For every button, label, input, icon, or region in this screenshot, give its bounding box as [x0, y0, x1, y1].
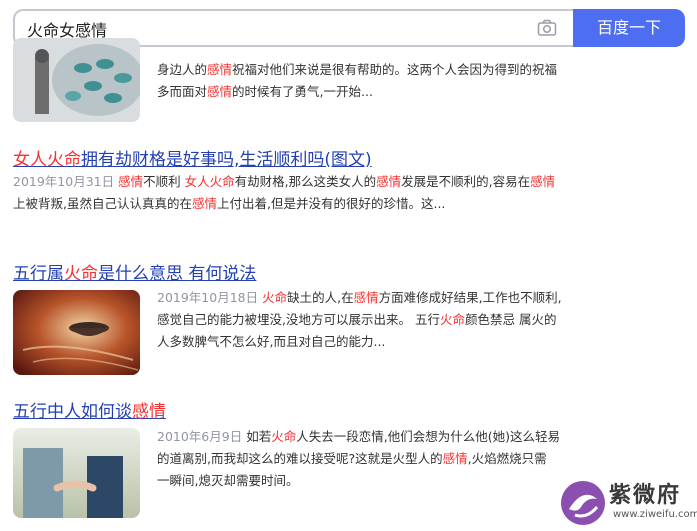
result-thumbnail-3[interactable] [13, 428, 140, 518]
highlight-term: 感情 [132, 402, 166, 422]
text-segment: ,火焰燃烧只需 [467, 451, 547, 466]
text-segment: 如若 [242, 429, 272, 444]
result-abstract-0: 身边人的感情祝福对他们来说是很有帮助的。这两个人会因为得到的祝福 多而面对感情的… [157, 59, 557, 103]
text-segment: 人失去一段恋情,他们会想为什么他(她)这么轻易 [296, 429, 560, 444]
result-title-2[interactable]: 五行属火命是什么意思 有何说法 [13, 259, 256, 284]
highlight-term: 火命 [262, 290, 288, 305]
text-segment: 有劫财格,那么这类女人的 [234, 174, 377, 189]
text-segment: 五行属 [13, 264, 64, 284]
watermark-logo-icon [561, 481, 605, 525]
result-thumbnail-0[interactable] [13, 38, 140, 122]
result-abstract-2: 2019年10月18日 火命缺土的人,在感情方面难修成好结果,工作也不顺利, 感… [157, 287, 562, 353]
search-button[interactable]: 百度一下 [573, 9, 685, 47]
abstract-line: 2010年6月9日 如若火命人失去一段恋情,他们会想为什么他(她)这么轻易 [157, 426, 560, 448]
highlight-term: 感情 [376, 174, 402, 189]
abstract-line: 感觉自己的能力被埋没,没地方可以展示出来。 五行火命颜色禁忌 属火的 [157, 309, 562, 331]
result-date: 2019年10月18日 [157, 290, 259, 305]
result-thumbnail-2[interactable] [13, 290, 140, 375]
abstract-line: 的道离别,而我却这么的难以接受呢?这就是火型人的感情,火焰燃烧只需 [157, 448, 560, 470]
text-segment: 方面难修成好结果,工作也不顺利, [378, 290, 562, 305]
abstract-line: 人多数脾气不怎么好,而且对自己的能力... [157, 331, 562, 353]
highlight-term: 感情 [191, 196, 217, 211]
text-segment: 多而面对 [157, 84, 208, 99]
text-segment: 身边人的 [157, 62, 208, 77]
result-date: 2010年6月9日 [157, 429, 243, 444]
highlight-term: 火命 [271, 429, 297, 444]
text-segment: 的时候有了勇气,一开始... [232, 84, 373, 99]
watermark: 紫微府 www.ziweifu.com [557, 473, 697, 531]
result-date: 2019年10月31日 [13, 174, 115, 189]
text-segment: 不顺利 [143, 174, 185, 189]
text-segment: 颜色禁忌 属火的 [464, 312, 557, 327]
highlight-term: 女人火命 [13, 150, 81, 170]
result-abstract-3: 2010年6月9日 如若火命人失去一段恋情,他们会想为什么他(她)这么轻易 的道… [157, 426, 560, 492]
highlight-term: 火命 [64, 264, 98, 284]
text-segment: 感觉自己的能力被埋没,没地方可以展示出来。 五行 [157, 312, 440, 327]
text-segment: 上付出着,但是并没有的很好的珍惜。这... [217, 196, 446, 211]
result-title-3[interactable]: 五行中人如何谈感情 [13, 397, 166, 422]
text-segment: 发展是不顺利的,容易在 [401, 174, 531, 189]
highlight-term: 感情 [207, 62, 233, 77]
text-segment: 上被背叛,虽然自己认认真真的在 [13, 196, 192, 211]
text-segment: 的道离别,而我却这么的难以接受呢?这就是火型人的 [157, 451, 443, 466]
highlight-term: 女人火命 [184, 174, 235, 189]
result-abstract-1: 2019年10月31日 感情不顺利 女人火命有劫财格,那么这类女人的感情发展是不… [13, 171, 555, 215]
abstract-line: 多而面对感情的时候有了勇气,一开始... [157, 81, 557, 103]
highlight-term: 感情 [442, 451, 468, 466]
result-title-1[interactable]: 女人火命拥有劫财格是好事吗,生活顺利吗(图文) [13, 145, 372, 170]
highlight-term: 感情 [207, 84, 233, 99]
text-segment: 祝福对他们来说是很有帮助的。这两个人会因为得到的祝福 [232, 62, 558, 77]
camera-icon[interactable] [537, 19, 557, 37]
highlight-term: 感情 [353, 290, 379, 305]
watermark-url: www.ziweifu.com [613, 509, 697, 520]
abstract-line: 一瞬间,熄灭却需要时间。 [157, 470, 560, 492]
text-segment: 缺土的人,在 [287, 290, 354, 305]
text-segment: 一瞬间,熄灭却需要时间。 [157, 473, 299, 488]
text-segment: 人多数脾气不怎么好,而且对自己的能力... [157, 334, 386, 349]
search-input[interactable] [27, 18, 507, 40]
text-segment: 拥有劫财格是好事吗,生活顺利吗(图文) [81, 150, 372, 170]
highlight-term: 火命 [439, 312, 465, 327]
abstract-line: 2019年10月18日 火命缺土的人,在感情方面难修成好结果,工作也不顺利, [157, 287, 562, 309]
text-segment: 是什么意思 有何说法 [98, 264, 257, 284]
abstract-line: 2019年10月31日 感情不顺利 女人火命有劫财格,那么这类女人的感情发展是不… [13, 171, 555, 193]
abstract-line: 身边人的感情祝福对他们来说是很有帮助的。这两个人会因为得到的祝福 [157, 59, 557, 81]
highlight-term: 感情 [530, 174, 556, 189]
abstract-line: 上被背叛,虽然自己认认真真的在感情上付出着,但是并没有的很好的珍惜。这... [13, 193, 555, 215]
highlight-term: 感情 [118, 174, 144, 189]
watermark-name: 紫微府 [609, 483, 682, 508]
text-segment: 五行中人如何谈 [13, 402, 132, 422]
